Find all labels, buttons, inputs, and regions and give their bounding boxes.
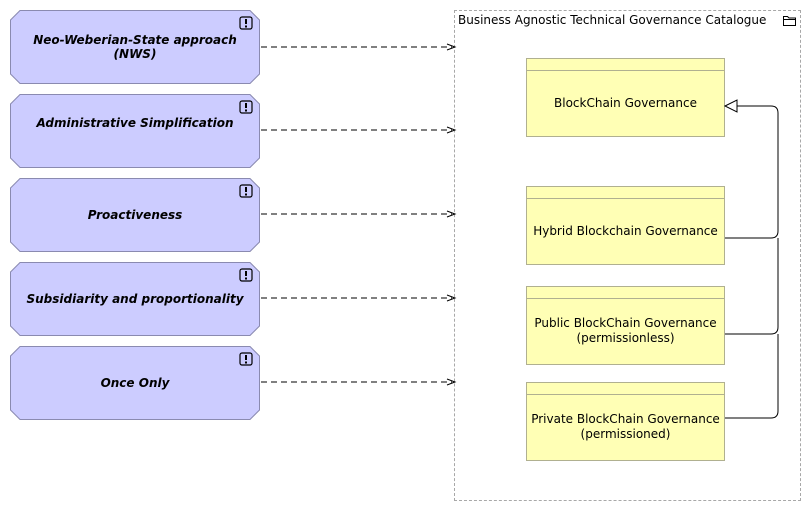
connectors-layer: [261, 43, 779, 419]
influence-connector[interactable]: [261, 126, 457, 134]
influence-connector[interactable]: [261, 43, 457, 51]
specialization-connector[interactable]: [725, 334, 779, 419]
influence-connector[interactable]: [261, 210, 457, 218]
influence-connector[interactable]: [261, 378, 457, 386]
specialization-connector[interactable]: [725, 105, 779, 239]
specialization-arrowhead: [723, 99, 738, 113]
specialization-connector[interactable]: [725, 238, 779, 335]
influence-connector[interactable]: [261, 294, 457, 302]
